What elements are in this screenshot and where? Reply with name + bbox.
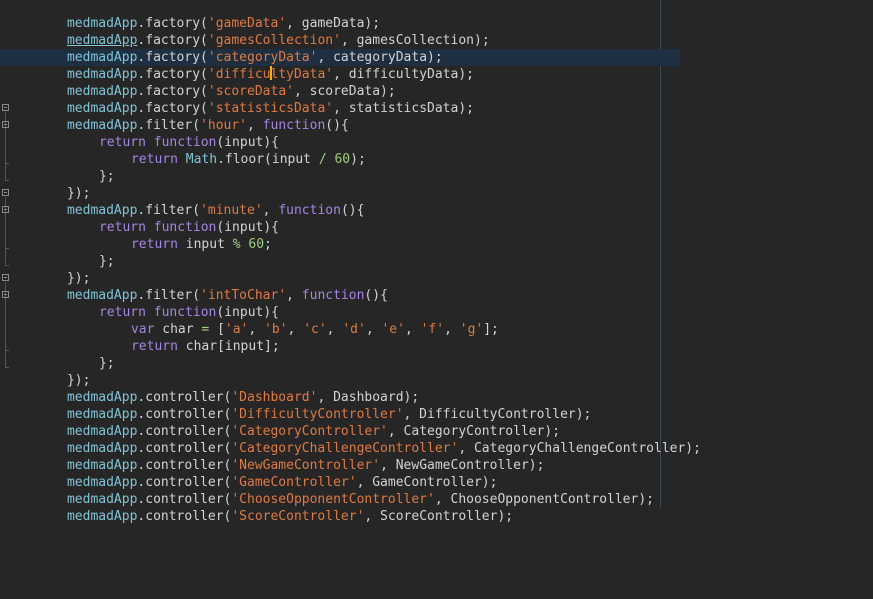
string-literal: 'CategoryController'	[231, 424, 388, 439]
keyword: return	[130, 152, 178, 167]
identifier: medmadApp	[66, 16, 138, 31]
string-literal: 'g'	[459, 322, 484, 337]
code-line: });	[66, 186, 91, 201]
identifier: Math	[185, 152, 218, 167]
string-literal: 'gameData'	[207, 16, 287, 31]
keyword: return	[130, 339, 178, 354]
fold-guide-end	[5, 367, 9, 368]
identifier: medmadApp	[66, 203, 138, 218]
string-literal: 'DifficultyController'	[231, 407, 404, 422]
keyword: function	[278, 203, 341, 218]
string-literal: 'ScoreController'	[231, 509, 365, 524]
string-literal: 'GameController'	[231, 475, 357, 490]
identifier: medmadApp	[66, 407, 138, 422]
string-literal: 'hour'	[200, 118, 248, 133]
fold-toggle-icon[interactable]	[2, 189, 9, 196]
fold-toggle-icon[interactable]	[2, 206, 9, 213]
string-literal: 'e'	[381, 322, 405, 337]
string-literal: 'gamesCollection'	[207, 33, 341, 48]
fold-guide-end	[5, 350, 9, 351]
identifier: medmadApp	[66, 288, 138, 303]
keyword: function	[153, 135, 217, 150]
keyword: return	[130, 237, 178, 252]
code-editor[interactable]: medmadApp.factory('gameData', gameData);…	[0, 0, 873, 599]
code-lines: medmadApp.factory('gameData', gameData);…	[0, 0, 701, 524]
string-literal: 'categoryData'	[207, 50, 318, 65]
identifier: medmadApp	[66, 50, 138, 65]
code-line: medmadApp.filter('minute', function(){	[66, 203, 365, 218]
keyword: function	[153, 220, 217, 235]
identifier: medmadApp	[66, 84, 138, 99]
string-literal: 'ChooseOpponentController'	[231, 492, 435, 507]
fold-toggle-icon[interactable]	[2, 274, 9, 281]
string-literal: 'f'	[420, 322, 445, 337]
identifier: medmadApp	[66, 475, 138, 490]
identifier: medmadApp	[66, 118, 138, 133]
fold-guide-end	[5, 180, 9, 181]
keyword: var	[130, 322, 155, 337]
operator: /	[318, 152, 327, 167]
string-literal: 'c'	[303, 322, 327, 337]
fold-toggle-icon[interactable]	[2, 121, 9, 128]
fold-toggle-icon[interactable]	[2, 291, 9, 298]
number-literal: 60	[248, 237, 265, 252]
keyword: function	[262, 118, 326, 133]
identifier: medmadApp	[66, 424, 138, 439]
string-literal: 'a'	[224, 322, 249, 337]
string-literal: 'CategoryChallengeController'	[231, 441, 459, 456]
fold-guide-end	[5, 248, 9, 249]
code-line: medmadApp.factory('gameData', gameData);	[66, 16, 381, 31]
keyword: return	[98, 135, 146, 150]
code-line: medmadApp.controller('Dashboard', Dashbo…	[66, 390, 420, 405]
fold-guide-end	[5, 163, 9, 164]
identifier: medmadApp	[66, 101, 138, 116]
string-literal: 'Dashboard'	[231, 390, 318, 405]
string-literal: 'intToChar'	[200, 288, 287, 303]
keyword: return	[98, 220, 146, 235]
identifier: medmadApp	[66, 458, 138, 473]
operator: %	[232, 237, 241, 252]
string-literal: 'b'	[264, 322, 288, 337]
keyword: return	[98, 305, 146, 320]
keyword: function	[153, 305, 217, 320]
number-literal: 60	[334, 152, 351, 167]
string-literal: 'minute'	[200, 203, 263, 218]
code-line: medmadApp.filter('intToChar', function()…	[66, 288, 388, 303]
identifier: medmadApp	[66, 492, 138, 507]
keyword: function	[301, 288, 365, 303]
identifier: medmadApp	[66, 67, 138, 82]
code-line: };	[98, 254, 115, 269]
string-literal: ltyData'	[270, 67, 334, 82]
string-literal: 'difficu	[207, 67, 271, 82]
identifier: medmadApp	[66, 441, 138, 456]
code-line: });	[66, 271, 91, 286]
string-literal: 'd'	[342, 322, 366, 337]
string-literal: 'statisticsData'	[207, 101, 334, 116]
fold-toggle-icon[interactable]	[2, 104, 9, 111]
code-line: };	[98, 356, 115, 371]
fold-guide-end	[5, 265, 9, 266]
identifier: medmadApp	[66, 509, 138, 524]
string-literal: 'NewGameController'	[231, 458, 381, 473]
code-line: });	[66, 373, 91, 388]
identifier: medmadApp	[66, 390, 138, 405]
identifier[interactable]: medmadApp	[67, 33, 137, 48]
string-literal: 'scoreData'	[207, 84, 294, 99]
fold-gutter	[0, 0, 16, 599]
